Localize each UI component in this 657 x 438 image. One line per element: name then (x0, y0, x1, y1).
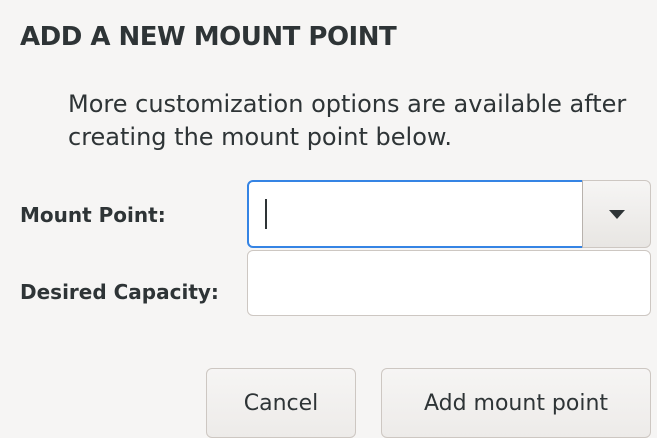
mount-point-label: Mount Point: (20, 203, 166, 227)
cancel-button[interactable]: Cancel (206, 368, 356, 438)
desired-capacity-input[interactable] (247, 250, 651, 316)
add-mount-point-button[interactable]: Add mount point (381, 368, 651, 438)
mount-point-dropdown-button[interactable] (582, 180, 651, 248)
mount-point-input[interactable] (247, 180, 584, 248)
text-cursor (265, 199, 267, 229)
chevron-down-icon (608, 209, 625, 219)
mount-point-combo (247, 180, 651, 248)
dialog-title: ADD A NEW MOUNT POINT (20, 22, 397, 52)
desired-capacity-label: Desired Capacity: (20, 280, 219, 304)
add-mount-point-dialog: ADD A NEW MOUNT POINT More customization… (0, 0, 657, 438)
dialog-description: More customization options are available… (68, 90, 627, 151)
